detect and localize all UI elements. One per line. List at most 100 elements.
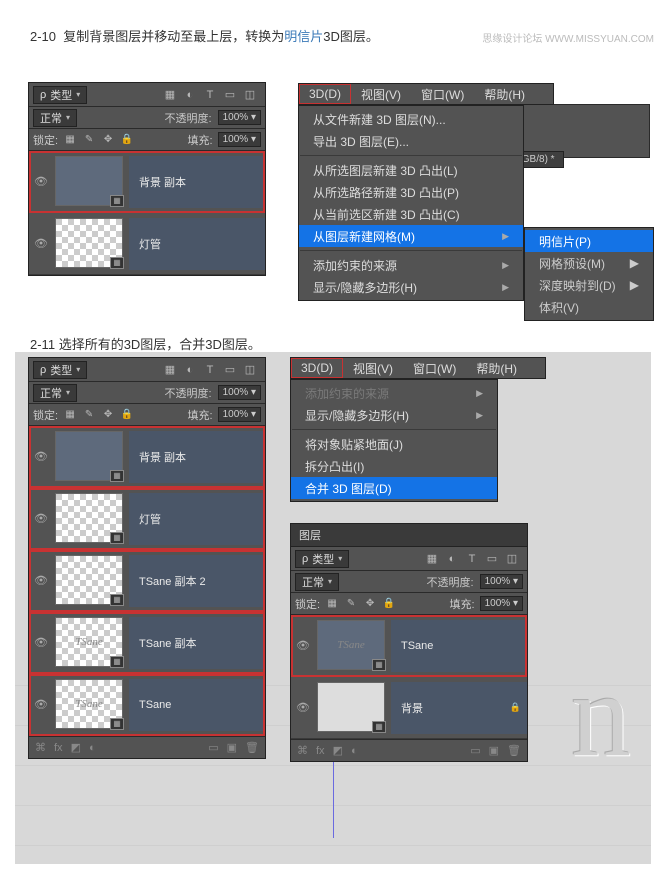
mi-new-from-file[interactable]: 从文件新建 3D 图层(N)...	[299, 108, 523, 130]
filter-pixel-icon[interactable]: ▦	[163, 88, 177, 102]
3d-letter-n: n	[571, 646, 631, 784]
submenu-mesh: 明信片(P) 网格预设(M)▶ 深度映射到(D)▶ 体积(V)	[524, 227, 654, 321]
smi-volume: 体积(V)	[525, 296, 653, 318]
layers-filter-row: ρ 类型 ▾ ▦ ◐ T ▭ ◫	[29, 83, 265, 107]
layer-row[interactable]: 👁▦灯管	[29, 213, 265, 275]
layer-name: TSane	[391, 620, 527, 672]
layer-row[interactable]: 👁▦背景🔒	[291, 677, 527, 739]
blend-mode-dropdown[interactable]: 正常 ▾	[295, 573, 339, 591]
layer-name: TSane	[129, 679, 265, 731]
layer-row[interactable]: 👁▦背景 副本	[29, 426, 265, 488]
menubar-2: 3D(D) 视图(V) 窗口(W) 帮助(H)	[290, 357, 546, 379]
adjust-icon[interactable]: ◐	[89, 742, 96, 754]
group-icon[interactable]: ▭	[208, 741, 218, 754]
layer-row[interactable]: 👁TSane▦TSane	[291, 615, 527, 677]
layer-name: 背景 副本	[129, 431, 265, 483]
instruction-2-11: 2-11 选择所有的3D图层，合并3D图层。	[30, 334, 666, 353]
mi-show-hide-poly[interactable]: 显示/隐藏多边形(H)▶	[299, 276, 523, 298]
mi-add-constraint[interactable]: 添加约束的来源▶	[299, 254, 523, 276]
layer-row[interactable]: 👁▦背景 副本	[29, 151, 265, 213]
lock-trans-icon[interactable]: ▦	[63, 133, 77, 147]
smi-depth-map[interactable]: 深度映射到(D)▶	[525, 274, 653, 296]
mi-extrude-layer[interactable]: 从所选图层新建 3D 凸出(L)	[299, 159, 523, 181]
menu-help[interactable]: 帮助(H)	[474, 84, 535, 104]
mi-extrude-selection[interactable]: 从当前选区新建 3D 凸出(C)	[299, 203, 523, 225]
filter-kind-dropdown[interactable]: ρ 类型 ▾	[33, 86, 87, 104]
lock-paint-icon[interactable]: ✎	[82, 133, 96, 147]
menu-3d[interactable]: 3D(D)	[299, 84, 351, 104]
blend-row: 正常 ▾ 不透明度: 100% ▾	[29, 107, 265, 129]
filter-type-icon[interactable]: T	[203, 88, 217, 102]
visibility-icon[interactable]: 👁	[29, 636, 53, 649]
fill-value[interactable]: 100% ▾	[218, 132, 261, 147]
filter-type-icon[interactable]: T	[203, 363, 217, 377]
layer-name: 背景 副本	[129, 156, 265, 208]
filter-adjust-icon[interactable]: ◐	[183, 88, 197, 102]
fx-icon[interactable]: fx	[54, 742, 63, 754]
panel-title: 图层	[291, 524, 527, 547]
lock-pos-icon[interactable]: ✥	[101, 133, 115, 147]
menu-view[interactable]: 视图(V)	[343, 358, 403, 378]
visibility-icon[interactable]: 👁	[291, 701, 315, 714]
mi-mesh-from-layer[interactable]: 从图层新建网格(M)▶	[299, 225, 523, 247]
filter-kind-dropdown[interactable]: ρ 类型 ▾	[33, 361, 87, 379]
opacity-value[interactable]: 100% ▾	[218, 385, 261, 400]
visibility-icon[interactable]: 👁	[29, 698, 53, 711]
filter-shape-icon[interactable]: ▭	[223, 88, 237, 102]
mi-show-hide-poly[interactable]: 显示/隐藏多边形(H)▶	[291, 404, 497, 426]
visibility-icon[interactable]: 👁	[29, 574, 53, 587]
filter-smart-icon[interactable]: ◫	[243, 363, 257, 377]
smi-postcard[interactable]: 明信片(P)	[525, 230, 653, 252]
mi-merge-3d-layers[interactable]: 合并 3D 图层(D)	[291, 477, 497, 499]
watermark: 思缘设计论坛 WWW.MISSYUAN.COM	[482, 30, 654, 45]
layer-name: 灯管	[129, 218, 265, 270]
menu-view[interactable]: 视图(V)	[351, 84, 411, 104]
layer-row[interactable]: 👁TSane▦TSane	[29, 674, 265, 736]
layer-name: TSane 副本	[129, 617, 265, 669]
mi-extrude-path[interactable]: 从所选路径新建 3D 凸出(P)	[299, 181, 523, 203]
layer-name: 灯管	[129, 493, 265, 545]
menu-3d[interactable]: 3D(D)	[291, 358, 343, 378]
mi-export-3d[interactable]: 导出 3D 图层(E)...	[299, 130, 523, 152]
filter-adjust-icon[interactable]: ◐	[183, 363, 197, 377]
menu-3d-dropdown-2: 添加约束的来源▶ 显示/隐藏多边形(H)▶ 将对象贴紧地面(J) 拆分凸出(I)…	[290, 379, 498, 502]
layers-panel-1: ρ 类型 ▾ ▦ ◐ T ▭ ◫ 正常 ▾ 不透明度: 100% ▾ 锁定: ▦…	[28, 82, 266, 276]
filter-kind-dropdown[interactable]: ρ 类型 ▾	[295, 550, 349, 568]
filter-smart-icon[interactable]: ◫	[243, 88, 257, 102]
layer-row[interactable]: 👁▦灯管	[29, 488, 265, 550]
link-icon[interactable]: ⌘	[35, 741, 46, 754]
visibility-icon[interactable]: 👁	[29, 237, 53, 250]
visibility-icon[interactable]: 👁	[291, 639, 315, 652]
visibility-icon[interactable]: 👁	[29, 512, 53, 525]
lock-all-icon[interactable]: 🔒	[120, 133, 134, 147]
mi-snap-ground[interactable]: 将对象贴紧地面(J)	[291, 433, 497, 455]
layer-list: 👁▦背景 副本👁▦灯管	[29, 151, 265, 275]
opacity-value[interactable]: 100% ▾	[218, 110, 261, 125]
layer-name: 背景🔒	[391, 682, 527, 734]
visibility-icon[interactable]: 👁	[29, 450, 53, 463]
mi-add-constraint: 添加约束的来源▶	[291, 382, 497, 404]
menu-help[interactable]: 帮助(H)	[466, 358, 527, 378]
menu-window[interactable]: 窗口(W)	[411, 84, 474, 104]
layers-panel-2: ρ 类型 ▾ ▦ ◐ T ▭ ◫ 正常 ▾ 不透明度: 100% ▾ 锁定: ▦…	[28, 357, 266, 759]
layer-row[interactable]: 👁TSane▦TSane 副本	[29, 612, 265, 674]
blend-mode-dropdown[interactable]: 正常 ▾	[33, 109, 77, 127]
menubar-1: 3D(D) 视图(V) 窗口(W) 帮助(H)	[298, 83, 554, 105]
visibility-icon[interactable]: 👁	[29, 175, 53, 188]
layers-panel-3: 图层 ρ 类型 ▾ ▦◐T▭◫ 正常 ▾ 不透明度: 100% ▾ 锁定: ▦✎…	[290, 523, 528, 762]
mi-split-extrusion[interactable]: 拆分凸出(I)	[291, 455, 497, 477]
fill-value[interactable]: 100% ▾	[218, 407, 261, 422]
menu-3d-dropdown-1: 从文件新建 3D 图层(N)... 导出 3D 图层(E)... 从所选图层新建…	[298, 105, 524, 301]
smi-mesh-preset[interactable]: 网格预设(M)▶	[525, 252, 653, 274]
filter-pixel-icon[interactable]: ▦	[163, 363, 177, 377]
blend-mode-dropdown[interactable]: 正常 ▾	[33, 384, 77, 402]
filter-shape-icon[interactable]: ▭	[223, 363, 237, 377]
menu-window[interactable]: 窗口(W)	[403, 358, 466, 378]
layers-footer: ⌘ fx ◩ ◐ ▭ ▣ 🗑	[29, 736, 265, 758]
layer-row[interactable]: 👁▦TSane 副本 2	[29, 550, 265, 612]
mask-icon[interactable]: ◩	[71, 741, 81, 754]
new-layer-icon[interactable]: ▣	[227, 741, 237, 754]
layer-name: TSane 副本 2	[129, 555, 265, 607]
lock-row: 锁定: ▦ ✎ ✥ 🔒 填充: 100% ▾	[29, 129, 265, 151]
trash-icon[interactable]: 🗑	[245, 741, 259, 754]
